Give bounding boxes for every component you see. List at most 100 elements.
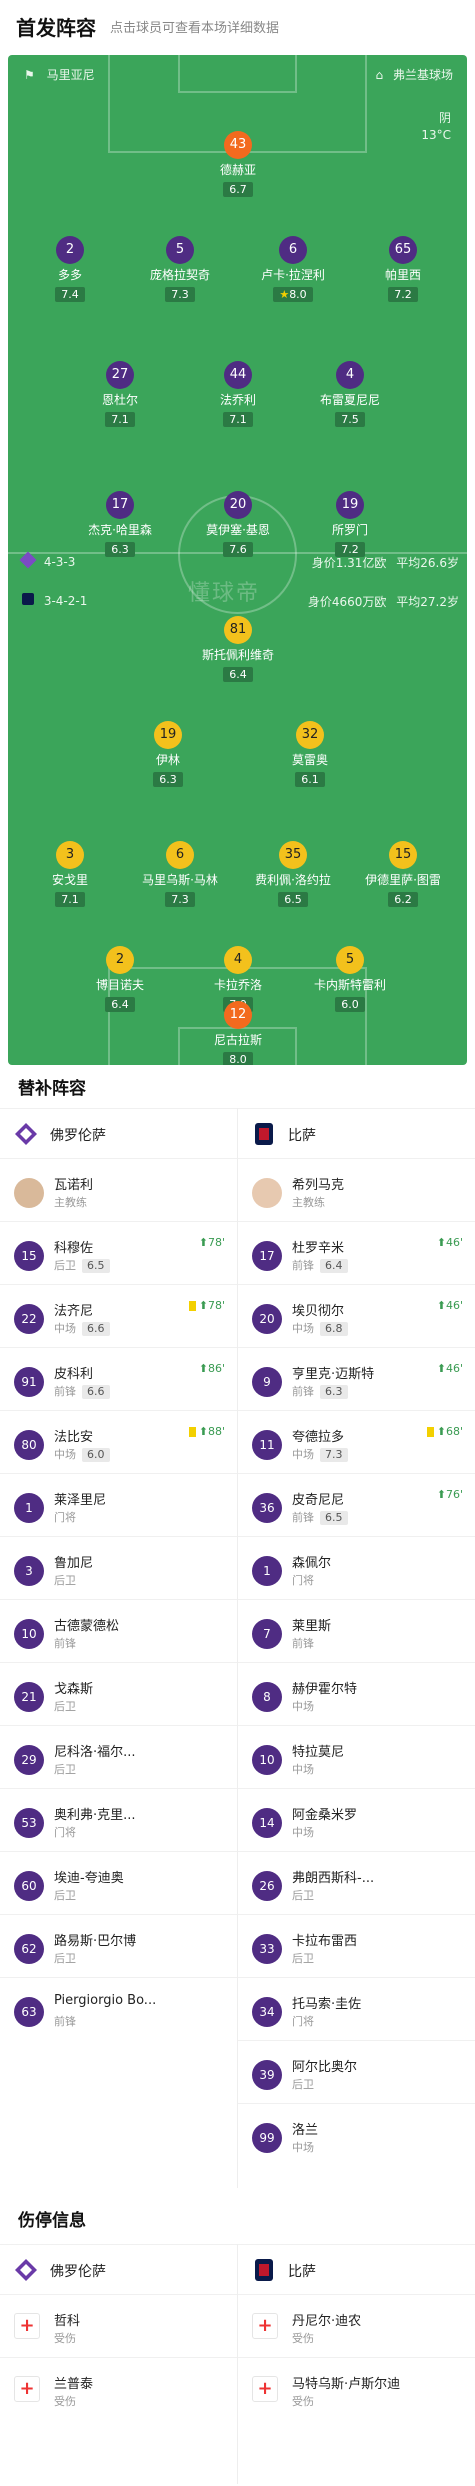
position-label: 门将 bbox=[54, 1511, 76, 1524]
home-player-7[interactable]: 44 法乔利 7.1 bbox=[178, 361, 298, 427]
player-name: 莫雷奥 bbox=[291, 753, 328, 767]
jersey-number: 35 bbox=[279, 841, 307, 869]
player-name: 博目诺夫 bbox=[95, 978, 144, 992]
injury-status: 受伤 bbox=[292, 2332, 314, 2345]
bench-player-row[interactable]: 9 亨里克·迈斯特 前锋 6.3 ⬆46' bbox=[238, 1347, 475, 1410]
bench-away-team[interactable]: 比萨 bbox=[238, 1108, 475, 1158]
jersey-number: 22 bbox=[14, 1304, 44, 1334]
position-label: 后卫 bbox=[54, 1889, 76, 1902]
home-player-4[interactable]: 6 卢卡·拉涅利 ★8.0 bbox=[233, 236, 353, 302]
rating-value: 7.2 bbox=[341, 543, 359, 556]
away-coach[interactable]: 希列马克 主教练 bbox=[238, 1158, 475, 1221]
injury-away-team[interactable]: 比萨 bbox=[238, 2244, 475, 2294]
bench-player-row[interactable]: 7 莱里斯 前锋 bbox=[238, 1599, 475, 1662]
home-player-8[interactable]: 4 布雷夏尼尼 7.5 bbox=[290, 361, 410, 427]
bench-player-row[interactable]: 14 阿金桑米罗 中场 bbox=[238, 1788, 475, 1851]
bench-player-row[interactable]: 63 Piergiorgio Bo... 前锋 bbox=[0, 1977, 237, 2040]
jersey-number: 99 bbox=[252, 2123, 282, 2153]
jersey-number: 15 bbox=[389, 841, 417, 869]
home-player-3[interactable]: 5 庞格拉契奇 7.3 bbox=[120, 236, 240, 302]
bench-player-row[interactable]: 53 奥利弗·克里... 门将 bbox=[0, 1788, 237, 1851]
bench-player-position: 前锋 6.6 bbox=[54, 1383, 110, 1399]
rating-value: 7.1 bbox=[229, 413, 247, 426]
bench-player-row[interactable]: 17 杜罗辛米 前锋 6.4 ⬆46' bbox=[238, 1221, 475, 1284]
bench-player-row[interactable]: 62 路易斯·巴尔博 后卫 bbox=[0, 1914, 237, 1977]
injury-row[interactable]: 兰普泰受伤 bbox=[0, 2357, 237, 2420]
pisa-logo-icon bbox=[22, 593, 34, 605]
bench-player-row[interactable]: 60 埃迪-夸迪奥 后卫 bbox=[0, 1851, 237, 1914]
home-coach[interactable]: 瓦诺利 主教练 bbox=[0, 1158, 237, 1221]
bench-player-row[interactable]: 80 法比安 中场 6.0 ⬆88' bbox=[0, 1410, 237, 1473]
away-player-6[interactable]: 35 费利佩·洛约拉 6.5 bbox=[233, 841, 353, 907]
position-label: 中场 bbox=[292, 2141, 314, 2154]
bench-player-row[interactable]: 36 皮奇尼尼 前锋 6.5 ⬆76' bbox=[238, 1473, 475, 1536]
away-player-11[interactable]: 12 尼古拉斯 8.0 bbox=[178, 1001, 298, 1065]
injury-row[interactable]: 丹尼尔·迪农受伤 bbox=[238, 2294, 475, 2357]
pitch: ⚑ 马里亚尼 ⌂ 弗兰基球场 阴 13°C 4-3-3 身价1.31亿欧 平均2… bbox=[8, 55, 467, 1065]
player-name: 庞格拉契奇 bbox=[149, 268, 210, 282]
bench-player-row[interactable]: 29 尼科洛·福尔... 后卫 bbox=[0, 1725, 237, 1788]
bench-player-row[interactable]: 91 皮科利 前锋 6.6 ⬆86' bbox=[0, 1347, 237, 1410]
sub-arrow-icon: ⬆ bbox=[436, 1488, 446, 1501]
rating-value: 8.0 bbox=[289, 288, 307, 301]
home-player-9[interactable]: 17 杰克·哈里森 6.3 bbox=[60, 491, 180, 557]
coach-avatar bbox=[252, 1178, 282, 1208]
jersey-number: 17 bbox=[252, 1241, 282, 1271]
bench-player-row[interactable]: 3 鲁加尼 后卫 bbox=[0, 1536, 237, 1599]
player-rating: 7.5 bbox=[335, 412, 365, 427]
venue-name: 弗兰基球场 bbox=[392, 68, 453, 82]
watermark: 懂球帝 bbox=[188, 581, 261, 606]
bench-player-position: 后卫 bbox=[54, 1698, 76, 1714]
home-player-6[interactable]: 27 恩杜尔 7.1 bbox=[60, 361, 180, 427]
bench-player-row[interactable]: 10 古德蒙德松 前锋 bbox=[0, 1599, 237, 1662]
jersey-number: 12 bbox=[224, 1001, 252, 1029]
bench-player-name: 科穆佐 bbox=[54, 1241, 94, 1256]
away-player-7[interactable]: 15 伊德里萨·图雷 6.2 bbox=[343, 841, 463, 907]
player-name: 斯托佩利维奇 bbox=[201, 648, 274, 662]
rating-value: 6.4 bbox=[229, 668, 247, 681]
away-player-3[interactable]: 32 莫雷奥 6.1 bbox=[250, 721, 370, 787]
bench-player-row[interactable]: 26 弗朗西斯科-... 后卫 bbox=[238, 1851, 475, 1914]
sub-arrow-icon: ⬆ bbox=[436, 1425, 446, 1438]
player-rating: 6.3 bbox=[105, 542, 135, 557]
bench-player-position: 后卫 6.5 bbox=[54, 1257, 110, 1273]
home-player-2[interactable]: 2 多多 7.4 bbox=[10, 236, 130, 302]
sub-minute: 78' bbox=[207, 1236, 225, 1249]
injury-row[interactable]: 马特乌斯·卢斯尔迪受伤 bbox=[238, 2357, 475, 2420]
bench-player-row[interactable]: 1 莱泽里尼 门将 bbox=[0, 1473, 237, 1536]
bench-player-row[interactable]: 8 赫伊霍尔特 中场 bbox=[238, 1662, 475, 1725]
away-player-5[interactable]: 6 马里乌斯·马林 7.3 bbox=[120, 841, 240, 907]
jersey-number: 7 bbox=[252, 1619, 282, 1649]
home-player-10[interactable]: 20 莫伊塞·基恩 7.6 bbox=[178, 491, 298, 557]
away-player-2[interactable]: 19 伊林 6.3 bbox=[108, 721, 228, 787]
fiorentina-logo-icon bbox=[14, 2258, 38, 2282]
rating-value: 6.2 bbox=[394, 893, 412, 906]
bench-player-row[interactable]: 15 科穆佐 后卫 6.5 ⬆78' bbox=[0, 1221, 237, 1284]
away-player-10[interactable]: 5 卡内斯特雷利 6.0 bbox=[290, 946, 410, 1012]
away-player-4[interactable]: 3 安戈里 7.1 bbox=[10, 841, 130, 907]
sub-minute: 78' bbox=[207, 1299, 225, 1312]
bench-player-row[interactable]: 34 托马索·圭佐 门将 bbox=[238, 1977, 475, 2040]
bench-player-row[interactable]: 1 森佩尔 门将 bbox=[238, 1536, 475, 1599]
rating-value: 7.5 bbox=[341, 413, 359, 426]
bench-player-row[interactable]: 33 卡拉布雷西 后卫 bbox=[238, 1914, 475, 1977]
injury-row[interactable]: 哲科受伤 bbox=[0, 2294, 237, 2357]
bench-player-row[interactable]: 39 阿尔比奥尔 后卫 bbox=[238, 2040, 475, 2103]
away-player-1[interactable]: 81 斯托佩利维奇 6.4 bbox=[178, 616, 298, 682]
bench-home-team[interactable]: 佛罗伦萨 bbox=[0, 1108, 237, 1158]
bench-player-row[interactable]: 21 戈森斯 后卫 bbox=[0, 1662, 237, 1725]
bench-player-position: 后卫 bbox=[54, 1950, 76, 1966]
home-player-1[interactable]: 43 德赫亚 6.7 bbox=[178, 131, 298, 197]
home-player-5[interactable]: 65 帕里西 7.2 bbox=[343, 236, 463, 302]
bench-player-row[interactable]: 11 夸德拉多 中场 7.3 ⬆68' bbox=[238, 1410, 475, 1473]
bench-player-row[interactable]: 22 法齐尼 中场 6.6 ⬆78' bbox=[0, 1284, 237, 1347]
away-player-8[interactable]: 2 博目诺夫 6.4 bbox=[60, 946, 180, 1012]
bench-player-row[interactable]: 20 埃贝彻尔 中场 6.8 ⬆46' bbox=[238, 1284, 475, 1347]
jersey-number: 3 bbox=[56, 841, 84, 869]
player-name: 杰克·哈里森 bbox=[88, 523, 152, 537]
injury-home-team[interactable]: 佛罗伦萨 bbox=[0, 2244, 237, 2294]
bench-player-row[interactable]: 99 洛兰 中场 bbox=[238, 2103, 475, 2166]
bench-player-row[interactable]: 10 特拉莫尼 中场 bbox=[238, 1725, 475, 1788]
position-label: 门将 bbox=[54, 1826, 76, 1839]
home-player-11[interactable]: 19 所罗门 7.2 bbox=[290, 491, 410, 557]
